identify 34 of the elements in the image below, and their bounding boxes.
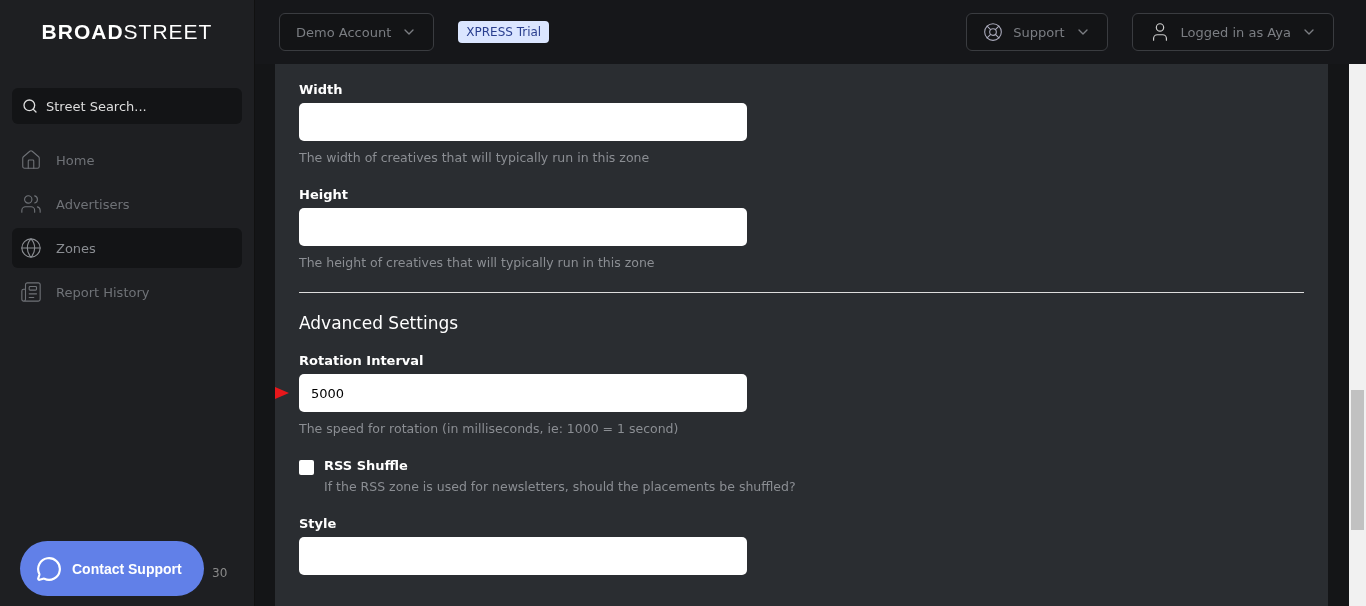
help-text: If the RSS zone is used for newsletters, should the placements be shuffled? [324, 479, 796, 494]
home-icon [20, 149, 42, 171]
text-field[interactable] [299, 103, 747, 141]
section-heading: Advanced Settings [299, 313, 460, 333]
people-icon [20, 193, 42, 215]
checkbox-label: RSS Shuffle [324, 458, 409, 473]
field-label: Height [299, 187, 349, 202]
field-label: Rotation Interval [299, 353, 425, 368]
help-text: The speed for rotation (in milliseconds, ie: 1000 = 1 second) [299, 421, 680, 436]
checkbox[interactable] [299, 460, 314, 475]
text-field[interactable] [299, 537, 747, 575]
nav-item[interactable]: Zones [12, 228, 242, 268]
support-dropdown[interactable]: Support [966, 13, 1108, 51]
text-field[interactable] [299, 208, 747, 246]
contact-support-button[interactable]: Contact Support [20, 541, 204, 596]
account-dropdown[interactable]: Demo Account [279, 13, 435, 51]
nav-item[interactable]: Home [12, 140, 242, 180]
lifebuoy-icon [983, 22, 1004, 42]
footer-text: 30 [212, 566, 228, 580]
field-label: Width [299, 82, 344, 97]
trial-badge: XPRESS Trial [458, 21, 550, 43]
scrollbar[interactable] [1349, 64, 1366, 606]
help-text: The width of creatives that will typically run in this zone [299, 150, 651, 165]
user-dropdown[interactable]: Logged in as Aya [1131, 13, 1334, 51]
logo: BROADSTREET [40, 19, 214, 45]
newspaper-icon [20, 281, 42, 303]
search-field[interactable]: Street Search... [12, 88, 242, 124]
field-label: Style [299, 516, 338, 531]
nav-item[interactable]: Advertisers [12, 184, 242, 224]
nav-item[interactable]: Report History [12, 272, 242, 312]
text-field[interactable]: 5000 [299, 374, 747, 412]
globe-icon [20, 237, 42, 259]
help-text: The height of creatives that will typically run in this zone [299, 255, 656, 270]
chat-bubble-icon [36, 555, 62, 582]
